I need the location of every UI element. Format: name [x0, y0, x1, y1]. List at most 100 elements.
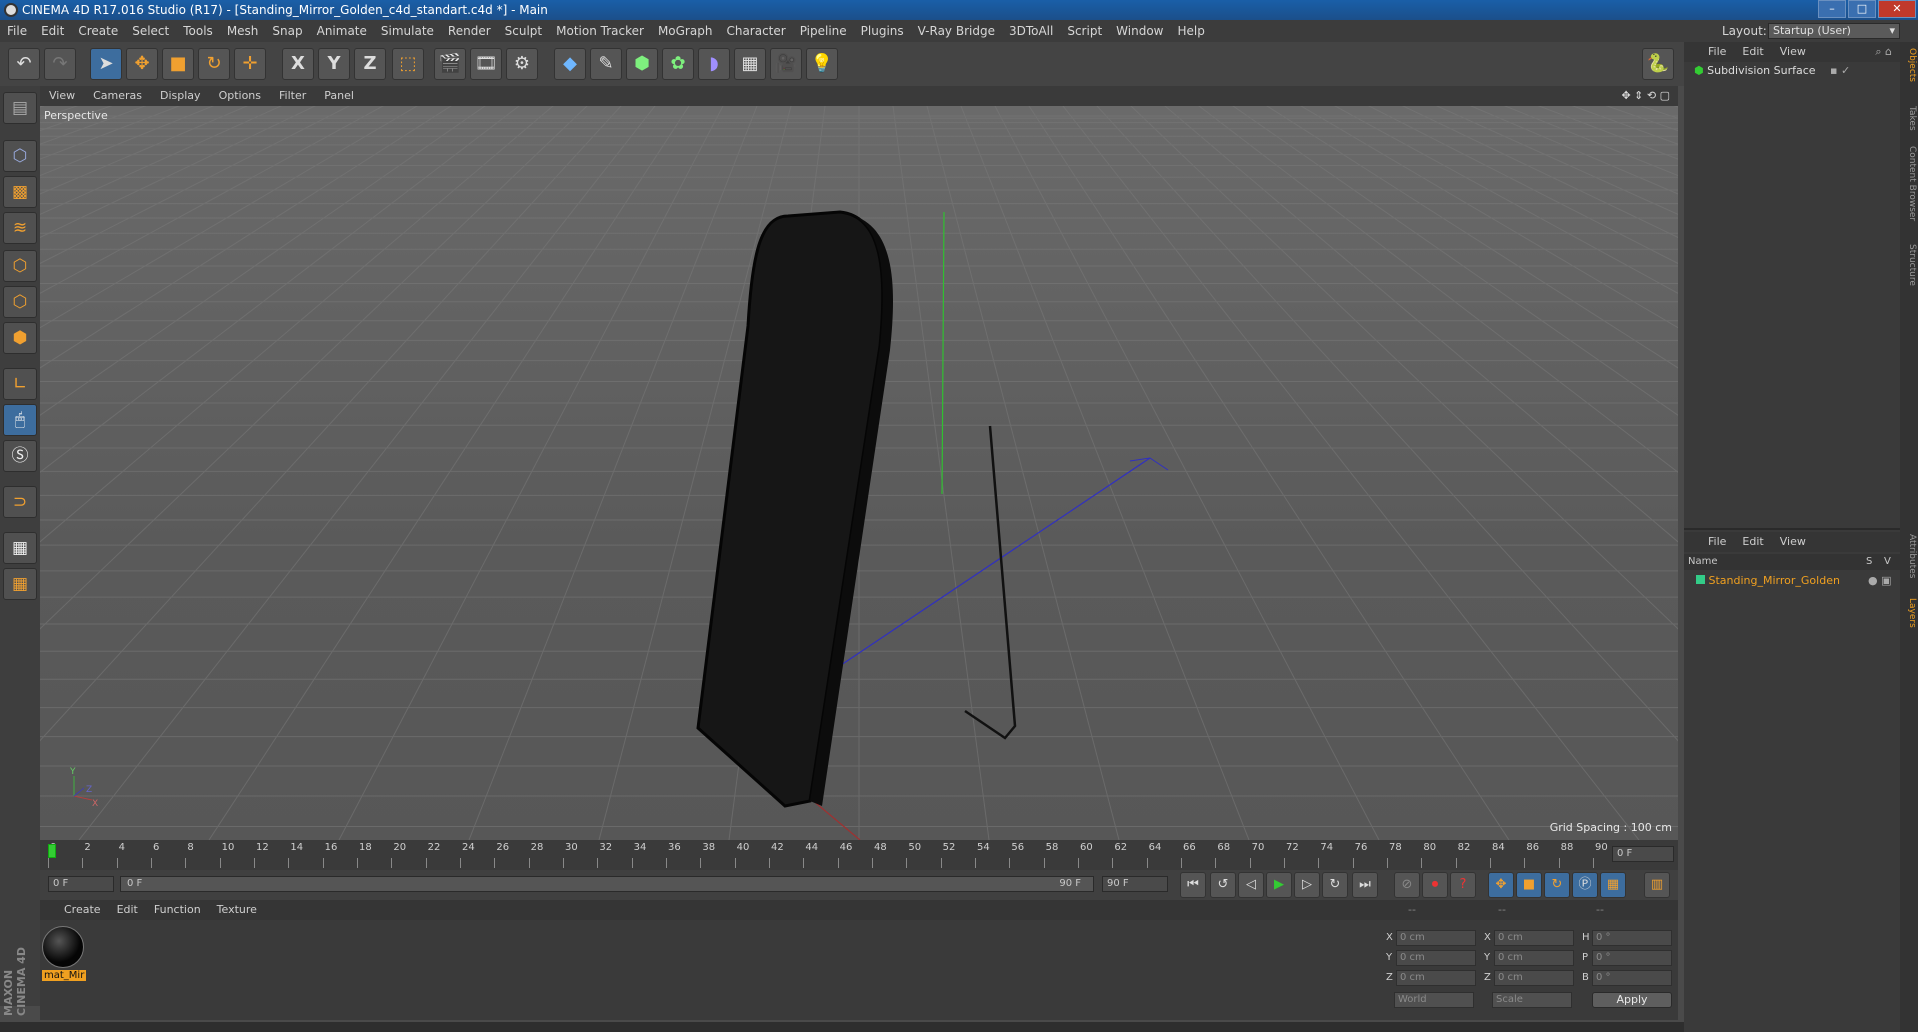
layers-menu-edit[interactable]: Edit — [1734, 532, 1771, 552]
tweak-mode-icon[interactable]: 🖱 — [3, 404, 37, 436]
tab-takes[interactable]: Takes — [1901, 106, 1917, 131]
viewport-menu-filter[interactable]: Filter — [270, 86, 315, 106]
menu-sculpt[interactable]: Sculpt — [498, 20, 549, 42]
position-x-field[interactable]: 0 cm — [1396, 930, 1476, 946]
texture-mode-icon[interactable]: ▩ — [3, 176, 37, 208]
workplane-icon[interactable]: ≋ — [3, 212, 37, 244]
menu-pipeline[interactable]: Pipeline — [793, 20, 854, 42]
camera-icon[interactable]: 🎥 — [770, 48, 802, 80]
x-axis-icon[interactable]: X — [282, 48, 314, 80]
objects-menu-view[interactable]: View — [1772, 42, 1814, 62]
size-y-field[interactable]: 0 cm — [1494, 950, 1574, 966]
rotation-h-field[interactable]: 0 ° — [1592, 930, 1672, 946]
key-parameter-icon[interactable]: Ⓟ — [1572, 872, 1598, 898]
goto-start-icon[interactable]: ⏮ — [1180, 872, 1206, 898]
key-position-icon[interactable]: ✥ — [1488, 872, 1514, 898]
next-frame-icon[interactable]: ▷ — [1294, 872, 1320, 898]
material-menu-function[interactable]: Function — [146, 900, 209, 920]
axis-mode-icon[interactable]: ∟ — [3, 368, 37, 400]
size-z-field[interactable]: 0 cm — [1494, 970, 1574, 986]
make-editable-icon[interactable]: ▤ — [3, 92, 37, 124]
edit-render-settings-icon[interactable]: ⚙ — [506, 48, 538, 80]
menu-window[interactable]: Window — [1109, 20, 1170, 42]
python-icon[interactable]: 🐍 — [1642, 48, 1674, 80]
perspective-viewport[interactable]: Y X Z Perspective Grid Spacing : 100 cm — [40, 106, 1678, 840]
layers-menu-file[interactable]: File — [1684, 532, 1734, 552]
menu-script[interactable]: Script — [1060, 20, 1109, 42]
menu-motion-tracker[interactable]: Motion Tracker — [549, 20, 651, 42]
material-menu-texture[interactable]: Texture — [209, 900, 265, 920]
position-y-field[interactable]: 0 cm — [1396, 950, 1476, 966]
edges-mode-icon[interactable]: ⬡ — [3, 286, 37, 318]
objects-menu-edit[interactable]: Edit — [1734, 42, 1771, 62]
z-axis-icon[interactable]: Z — [354, 48, 386, 80]
layer-toggle-icon[interactable]: ● ▣ — [1868, 572, 1892, 590]
menu-animate[interactable]: Animate — [310, 20, 374, 42]
tab-layers[interactable]: Layers — [1901, 598, 1917, 628]
menu-vray-bridge[interactable]: V-Ray Bridge — [911, 20, 1002, 42]
object-visibility-icon[interactable]: ▪ ✓ — [1830, 62, 1850, 80]
cube-icon[interactable]: ◆ — [554, 48, 586, 80]
objects-search-icon[interactable]: ⌕ ⌂ — [1875, 42, 1892, 62]
autokey-icon[interactable]: ⏺ — [1422, 872, 1448, 898]
viewport-menu-panel[interactable]: Panel — [315, 86, 363, 106]
live-select-icon[interactable]: ✛ — [234, 48, 266, 80]
floor-icon[interactable]: ▦ — [734, 48, 766, 80]
rotation-p-field[interactable]: 0 ° — [1592, 950, 1672, 966]
tab-objects[interactable]: Objects — [1901, 48, 1917, 82]
menu-plugins[interactable]: Plugins — [854, 20, 911, 42]
key-scale-icon[interactable]: ■ — [1516, 872, 1542, 898]
timeline-window-icon[interactable]: ▥ — [1644, 872, 1670, 898]
size-x-field[interactable]: 0 cm — [1494, 930, 1574, 946]
timeline-playhead[interactable] — [48, 844, 56, 858]
current-frame-field[interactable]: 0 F — [1612, 846, 1674, 862]
menu-select[interactable]: Select — [125, 20, 176, 42]
viewport-nav-icons[interactable]: ✥ ⇕ ⟲ ▢ — [1621, 86, 1670, 106]
tab-structure[interactable]: Structure — [1901, 244, 1917, 286]
undo-icon[interactable]: ↶ — [8, 48, 40, 80]
prev-frame-icon[interactable]: ◁ — [1238, 872, 1264, 898]
select-cursor-icon[interactable]: ➤ — [90, 48, 122, 80]
object-row[interactable]: ⬢ Subdivision Surface ▪ ✓ — [1684, 62, 1900, 80]
y-axis-icon[interactable]: Y — [318, 48, 350, 80]
goto-end-icon[interactable]: ⏭ — [1352, 872, 1378, 898]
menu-mesh[interactable]: Mesh — [220, 20, 266, 42]
redo-icon[interactable]: ↷ — [44, 48, 76, 80]
menu-3dtoall[interactable]: 3DToAll — [1002, 20, 1060, 42]
close-button[interactable]: ✕ — [1878, 0, 1916, 18]
workplane-lock-icon[interactable]: ▦ — [3, 532, 37, 564]
render-view-icon[interactable]: 🎬 — [434, 48, 466, 80]
position-z-field[interactable]: 0 cm — [1396, 970, 1476, 986]
magnet-icon[interactable]: ⊃ — [3, 486, 37, 518]
menu-character[interactable]: Character — [719, 20, 792, 42]
start-frame-field[interactable]: 0 F — [48, 876, 114, 892]
keyframe-selection-icon[interactable]: ? — [1450, 872, 1476, 898]
coordinate-system-icon[interactable]: ⬚ — [392, 48, 424, 80]
minimize-button[interactable]: – — [1818, 0, 1846, 18]
menu-file[interactable]: File — [0, 20, 34, 42]
layers-menu-view[interactable]: View — [1772, 532, 1814, 552]
scale-select[interactable]: Scale — [1492, 992, 1572, 1008]
pen-icon[interactable]: ✎ — [590, 48, 622, 80]
material-item[interactable]: mat_Mir — [42, 926, 86, 986]
menu-edit[interactable]: Edit — [34, 20, 71, 42]
menu-render[interactable]: Render — [441, 20, 498, 42]
scale-icon[interactable]: ■ — [162, 48, 194, 80]
key-rotation-icon[interactable]: ↻ — [1544, 872, 1570, 898]
tab-attributes[interactable]: Attributes — [1901, 534, 1917, 578]
tab-content-browser[interactable]: Content Browser — [1901, 146, 1917, 221]
end-frame-field[interactable]: 90 F — [1102, 876, 1168, 892]
menu-simulate[interactable]: Simulate — [374, 20, 441, 42]
rotation-b-field[interactable]: 0 ° — [1592, 970, 1672, 986]
menu-create[interactable]: Create — [71, 20, 125, 42]
layout-select[interactable]: Startup (User) ▾ — [1768, 23, 1900, 39]
menu-snap[interactable]: Snap — [265, 20, 309, 42]
move-icon[interactable]: ✥ — [126, 48, 158, 80]
menu-tools[interactable]: Tools — [176, 20, 220, 42]
light-icon[interactable]: 💡 — [806, 48, 838, 80]
subdivision-icon[interactable]: ⬢ — [626, 48, 658, 80]
menu-help[interactable]: Help — [1170, 20, 1211, 42]
deformer-icon[interactable]: ◗ — [698, 48, 730, 80]
record-keys-icon[interactable]: ⊘ — [1394, 872, 1420, 898]
play-icon[interactable]: ▶ — [1266, 872, 1292, 898]
